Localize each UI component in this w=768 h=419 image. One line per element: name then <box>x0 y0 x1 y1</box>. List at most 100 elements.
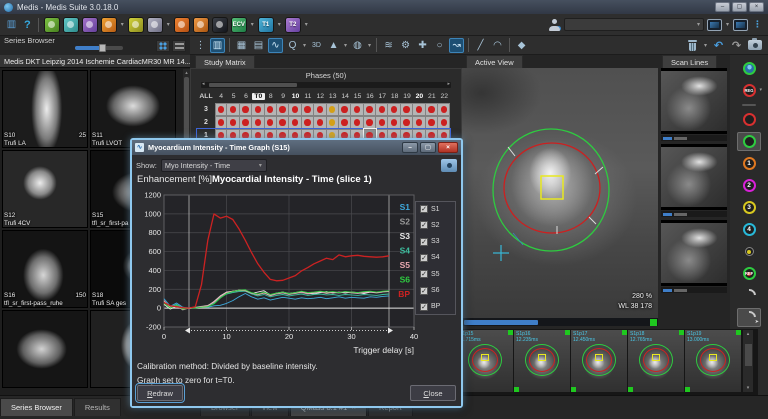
checkbox-row-S2[interactable]: ✓S2 <box>420 221 451 229</box>
scan-line-slider[interactable] <box>661 135 727 141</box>
split-view-icon[interactable]: ▤ <box>251 38 266 53</box>
draw-line-icon[interactable]: ╱ <box>473 38 488 53</box>
phase-cell[interactable] <box>364 103 376 116</box>
series-thumbnail[interactable] <box>2 310 88 388</box>
dropdown-caret-icon[interactable]: ▾ <box>278 21 281 28</box>
dialog-minimize-button[interactable]: – <box>402 142 418 153</box>
checkbox-row-S5[interactable]: ✓S5 <box>420 270 451 278</box>
pull-contour-icon[interactable]: ➤ <box>737 308 761 327</box>
phase-column-header[interactable]: 6 <box>240 93 252 100</box>
phase-column-header[interactable]: ALL <box>197 93 215 100</box>
series-thumbnail[interactable]: S1025Trufi LA <box>2 70 88 148</box>
globe-icon[interactable]: ◍ <box>350 38 365 53</box>
phase-cell[interactable] <box>401 116 413 129</box>
cone-view-icon[interactable]: ▲ <box>326 38 341 53</box>
scan-line-thumbnail[interactable] <box>661 220 727 293</box>
scan-line-slider[interactable] <box>661 287 727 293</box>
session-dropdown[interactable]: ▾ <box>564 18 704 31</box>
checkbox-S3[interactable]: ✓ <box>420 238 428 246</box>
list-view-button[interactable] <box>172 40 186 52</box>
phase-thumbnail[interactable]: S1p1913.000ms <box>685 330 741 392</box>
phase-cell[interactable] <box>413 116 425 129</box>
phase-thumbnail[interactable]: S1p1612.235ms <box>514 330 570 392</box>
phase-thumbnail[interactable]: S1p1712.450ms <box>571 330 627 392</box>
app-qflow-icon[interactable] <box>63 17 79 33</box>
tab-series-browser[interactable]: Series Browser <box>0 398 73 416</box>
phase-column-header[interactable]: 5 <box>227 93 239 100</box>
delete-icon[interactable] <box>685 38 700 53</box>
phase-column-header[interactable]: 11 <box>302 93 314 100</box>
arc-icon[interactable] <box>737 286 761 305</box>
phase-cell[interactable] <box>438 116 450 129</box>
checkbox-S1[interactable]: ✓ <box>420 205 428 213</box>
phases-scrollbar[interactable]: ◂ ▸ <box>201 82 451 88</box>
checkbox-row-S4[interactable]: ✓S4 <box>420 254 451 262</box>
phase-column-header[interactable]: 4 <box>215 93 227 100</box>
phase-cell[interactable] <box>289 116 301 129</box>
roi-2-icon[interactable]: 2 <box>737 176 761 195</box>
user-icon[interactable] <box>548 19 561 31</box>
phase-cell[interactable] <box>351 103 363 116</box>
phase-scrollbar[interactable] <box>462 318 658 326</box>
slice-row-label[interactable]: 3 <box>197 103 215 116</box>
snapshot-icon[interactable] <box>747 38 763 53</box>
phase-column-header[interactable]: T0 <box>252 93 264 100</box>
phase-cell[interactable] <box>277 116 289 129</box>
reg-icon[interactable]: REG▾ <box>737 81 761 100</box>
dropdown-caret-icon[interactable]: ▾ <box>368 42 371 49</box>
app-orange3-icon[interactable] <box>193 17 209 33</box>
minimize-button[interactable]: – <box>715 2 730 12</box>
checkbox-row-S3[interactable]: ✓S3 <box>420 238 451 246</box>
phase-cell[interactable] <box>314 103 326 116</box>
phase-cell[interactable] <box>376 103 388 116</box>
phase-thumbnail[interactable]: S1p1812.765ms <box>628 330 684 392</box>
arc-tool-icon[interactable]: ◠ <box>490 38 505 53</box>
checkbox-BP[interactable]: ✓ <box>420 303 428 311</box>
series-thumbnail[interactable]: S16150tfl_sr_first-pass_ruhe <box>2 230 88 308</box>
scan-line-slider[interactable] <box>661 211 727 217</box>
phase-cell[interactable] <box>240 116 252 129</box>
app-ecv-icon[interactable]: ECV <box>231 17 247 33</box>
dialog-maximize-button[interactable]: ▢ <box>420 142 436 153</box>
dropdown-caret-icon[interactable]: ▾ <box>251 21 254 28</box>
graph-snapshot-button[interactable] <box>441 159 457 172</box>
roi-3-icon[interactable]: 3 <box>737 198 761 217</box>
checkbox-row-S1[interactable]: ✓S1 <box>420 205 451 213</box>
checkbox-S6[interactable]: ✓ <box>420 287 428 295</box>
dialog-titlebar[interactable]: ∿ Myocardium Intensity - Time Graph (S15… <box>132 140 461 155</box>
phase-cell[interactable] <box>438 103 450 116</box>
dropdown-caret-icon[interactable]: ▾ <box>344 42 347 49</box>
tab-scan-lines[interactable]: Scan Lines <box>662 55 717 68</box>
phase-cell[interactable] <box>388 116 400 129</box>
series-thumbnail[interactable]: S11Trufi LVOT <box>90 70 176 148</box>
intensity-time-chart[interactable]: 120010008006004002000-200010203040S1S2S3… <box>134 187 420 359</box>
checkbox-S5[interactable]: ✓ <box>420 270 428 278</box>
phase-column-header[interactable]: 14 <box>339 93 351 100</box>
app-t2-icon[interactable]: T2 <box>285 17 301 33</box>
phase-column-header[interactable]: 8 <box>265 93 277 100</box>
pan-icon[interactable]: ✚ <box>415 38 430 53</box>
dropdown-caret-icon[interactable]: ▾ <box>303 42 306 49</box>
study-header[interactable]: Medis DKT Leipzig 2014 Ischemie CardiacM… <box>0 55 190 68</box>
grip-icon[interactable]: ⋮ <box>193 38 208 53</box>
tab-active-view[interactable]: Active View <box>466 55 523 68</box>
phase-cell[interactable] <box>252 103 264 116</box>
checkbox-S2[interactable]: ✓ <box>420 221 428 229</box>
cine-view-icon[interactable]: ▥ <box>210 38 225 53</box>
phase-column-header[interactable]: 22 <box>438 93 450 100</box>
qmass-menu-icon[interactable]: Q <box>285 38 300 53</box>
dialog-close-button[interactable]: × <box>438 142 458 153</box>
settings-icon[interactable]: ⚙ <box>398 38 413 53</box>
phase-column-header[interactable]: 21 <box>426 93 438 100</box>
app-dark-icon[interactable] <box>212 17 228 33</box>
close-dialog-button[interactable]: Close <box>410 385 456 401</box>
redo-icon[interactable]: ↷ <box>729 38 744 53</box>
phase-cell[interactable] <box>252 116 264 129</box>
roi-4-icon[interactable]: 4 <box>737 220 761 239</box>
phase-cell[interactable] <box>339 103 351 116</box>
phase-cell[interactable] <box>327 116 339 129</box>
phase-cell[interactable] <box>327 103 339 116</box>
app-purple-icon[interactable] <box>82 17 98 33</box>
slice-row-label[interactable]: 2 <box>197 116 215 129</box>
layout-icon[interactable]: ▥ <box>4 17 19 32</box>
